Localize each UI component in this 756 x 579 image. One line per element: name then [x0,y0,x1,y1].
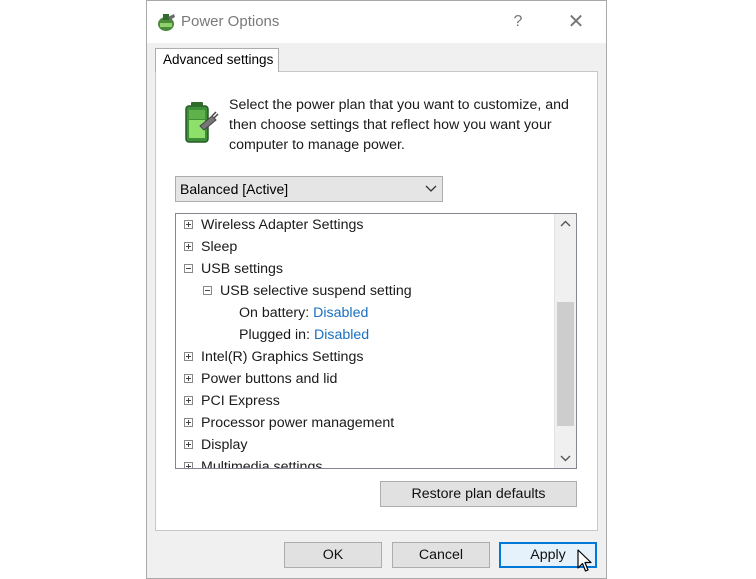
expand-icon[interactable] [184,418,193,427]
cancel-button[interactable]: Cancel [392,542,490,568]
window-title: Power Options [181,13,280,30]
collapse-icon[interactable] [184,264,193,273]
settings-panel: Select the power plan that you want to c… [155,71,598,531]
close-button[interactable]: ✕ [561,10,591,34]
expand-icon[interactable] [184,462,193,468]
scroll-thumb[interactable] [557,302,574,426]
expand-icon[interactable] [184,352,193,361]
on-battery-value[interactable]: Disabled [313,305,368,321]
settings-tree: Wireless Adapter Settings Sleep USB sett… [175,213,577,469]
setting-on-battery[interactable]: On battery: Disabled [239,302,368,324]
battery-plug-icon [185,102,219,143]
ok-button[interactable]: OK [284,542,382,568]
power-options-window: Power Options ? ✕ Advanced settings Sele… [146,0,607,579]
title-bar: Power Options ? ✕ [147,1,606,43]
expand-icon[interactable] [184,220,193,229]
power-plan-value: Balanced [Active] [180,181,289,197]
mouse-cursor-icon [577,549,592,572]
intro-text: Select the power plan that you want to c… [229,97,569,153]
plugged-in-label: Plugged in: [239,327,310,343]
expand-icon[interactable] [184,396,193,405]
tree-scrollbar[interactable] [554,214,576,468]
chevron-down-icon [425,185,437,192]
power-plan-select[interactable]: Balanced [Active] [175,176,443,202]
setting-plugged-in[interactable]: Plugged in: Disabled [239,324,369,346]
scroll-up-icon[interactable] [555,214,576,234]
help-button[interactable]: ? [503,10,533,34]
tab-advanced-settings[interactable]: Advanced settings [155,48,279,72]
collapse-icon[interactable] [203,286,212,295]
restore-plan-defaults-button[interactable]: Restore plan defaults [380,481,577,507]
plugged-in-value[interactable]: Disabled [314,327,369,343]
power-options-icon [158,14,175,31]
scroll-down-icon[interactable] [555,448,576,468]
expand-icon[interactable] [184,242,193,251]
expand-icon[interactable] [184,374,193,383]
expand-icon[interactable] [184,440,193,449]
on-battery-label: On battery: [239,305,310,321]
